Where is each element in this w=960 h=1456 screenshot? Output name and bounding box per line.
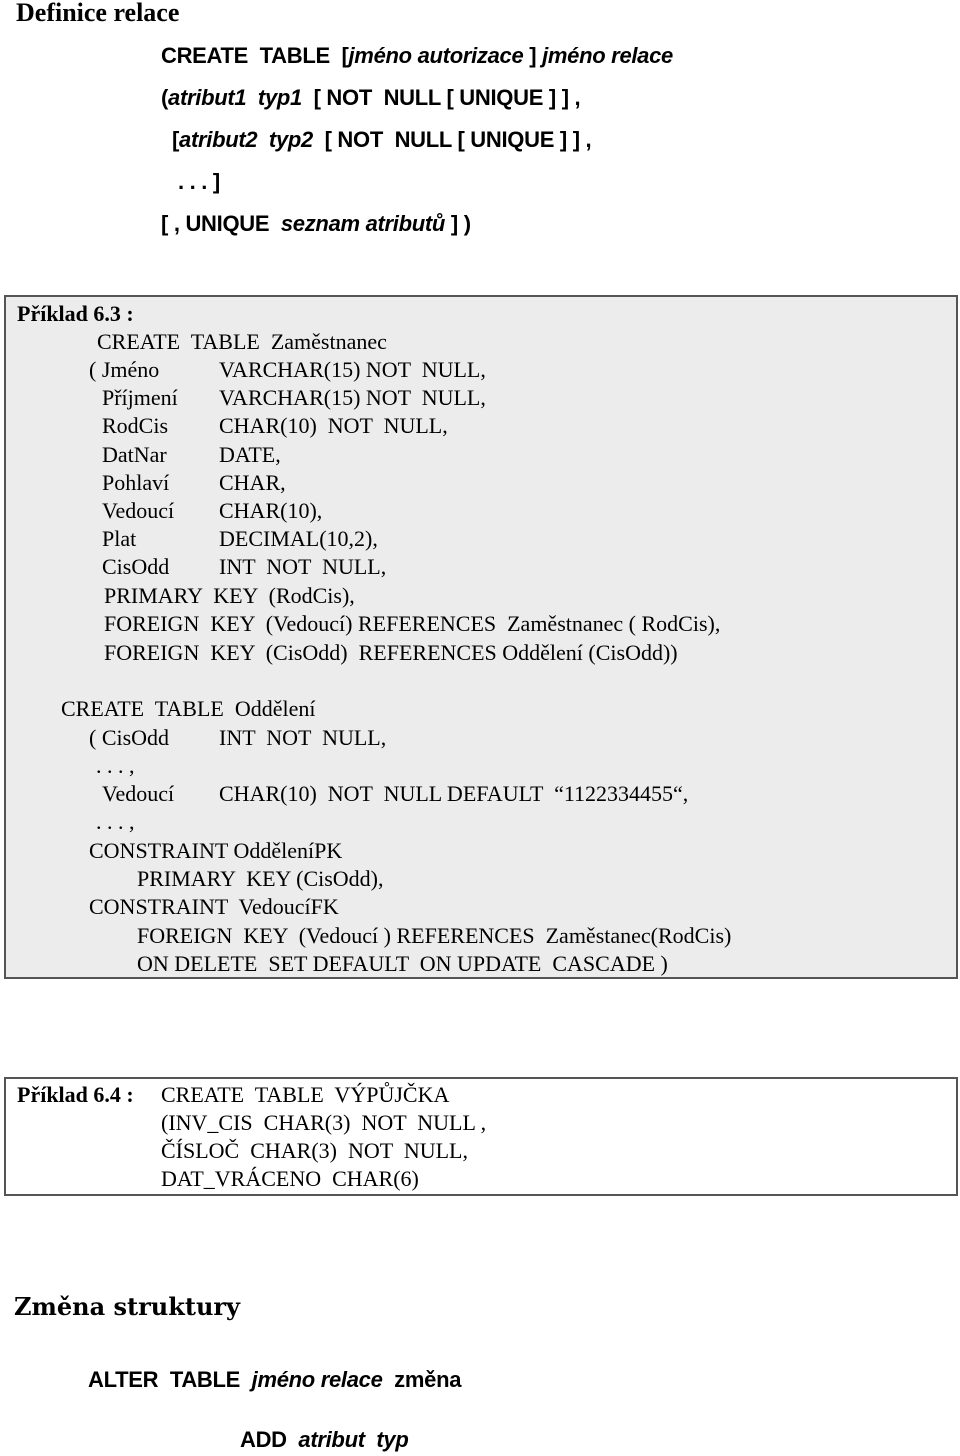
param: atribut2 typ2 <box>179 127 313 152</box>
code-line: (INV_CIS CHAR(3) NOT NULL , <box>161 1110 487 1135</box>
column-name: Pohlaví <box>102 469 170 495</box>
code-line: CONSTRAINT OdděleníPK <box>89 838 343 863</box>
column-type: CHAR(10), <box>219 498 323 523</box>
column-name: Vedoucí <box>102 498 175 523</box>
kw: ] ) <box>445 211 471 236</box>
column-type: VARCHAR(15) NOT NULL, <box>219 385 486 411</box>
kw: [ <box>172 127 180 152</box>
kw: [ , UNIQUE <box>161 211 281 236</box>
code-line: CHAR(10) NOT NULL DEFAULT “1122334455“, <box>219 781 689 806</box>
code-line: FOREIGN KEY (CisOdd) REFERENCES Oddělení… <box>104 640 678 665</box>
column-type: CHAR(10) NOT NULL, <box>219 413 448 439</box>
code-line: INT NOT NULL, <box>219 725 387 750</box>
code-line: PRIMARY KEY (RodCis), <box>104 583 355 608</box>
param: atribut1 typ1 <box>168 85 302 110</box>
param: jméno relace <box>542 43 673 68</box>
kw: změna <box>382 1367 462 1392</box>
code-line: CREATE TABLE Zaměstnanec <box>97 329 387 354</box>
kw: ADD <box>240 1427 299 1452</box>
column-type: CHAR, <box>219 469 286 495</box>
code-line: FOREIGN KEY (Vedoucí) REFERENCES Zaměstn… <box>104 611 721 636</box>
param: seznam atributů <box>280 211 446 236</box>
code-line: Vedoucí <box>102 781 175 806</box>
syntax-line-2: (atribut1 typ1 [ NOT NULL [ UNIQUE ] ] , <box>161 84 581 112</box>
code-line: PRIMARY KEY (CisOdd), <box>137 866 384 891</box>
code-line: FOREIGN KEY (Vedoucí ) REFERENCES Zaměst… <box>137 923 732 948</box>
syntax-line-3: [atribut2 typ2 [ NOT NULL [ UNIQUE ] ] , <box>172 126 592 154</box>
example-label: Příklad 6.3 : <box>17 301 134 326</box>
param: jméno autorizace <box>348 43 524 68</box>
example-6-3-box: Příklad 6.3 : CREATE TABLE Zaměstnanec (… <box>4 295 958 979</box>
param: jméno relace <box>251 1367 383 1392</box>
column-name: DatNar <box>102 441 167 467</box>
add-syntax: ADD atribut typ <box>240 1426 409 1454</box>
code-line: ( CisOdd <box>89 725 170 750</box>
column-name: CisOdd <box>102 554 170 580</box>
syntax-line-5: [ , UNIQUE seznam atributů ] ) <box>161 210 471 238</box>
code-line: DAT_VRÁCENO CHAR(6) <box>161 1166 419 1191</box>
kw: ( <box>161 85 169 110</box>
column-name: ( Jméno <box>89 357 160 382</box>
kw: [ NOT NULL [ UNIQUE ] ] , <box>301 85 581 110</box>
column-name: Plat <box>102 526 137 552</box>
code-line: ON DELETE SET DEFAULT ON UPDATE CASCADE … <box>137 951 668 976</box>
syntax-line-1: CREATE TABLE [jméno autorizace ] jméno r… <box>161 42 673 70</box>
syntax-line-4: . . . ] <box>178 169 220 194</box>
kw: ALTER TABLE <box>88 1367 252 1392</box>
column-name: Příjmení <box>102 385 178 411</box>
kw: CREATE TABLE [ <box>161 43 349 68</box>
column-name: RodCis <box>102 413 169 439</box>
code-line: CREATE TABLE Oddělení <box>61 696 316 721</box>
code-line: ČÍSLOČ CHAR(3) NOT NULL, <box>161 1138 468 1163</box>
kw: ] <box>523 43 543 68</box>
code-line: . . . , <box>96 753 135 778</box>
code-line: CREATE TABLE VÝPŮJČKA <box>161 1082 450 1107</box>
section-heading-zmena: Změna struktury <box>14 1292 240 1321</box>
param: atribut typ <box>298 1427 409 1452</box>
column-type: INT NOT NULL, <box>219 554 387 580</box>
example-6-4-box: Příklad 6.4 : CREATE TABLE VÝPŮJČKA (INV… <box>4 1077 958 1196</box>
kw: [ NOT NULL [ UNIQUE ] ] , <box>312 127 592 152</box>
example-label: Příklad 6.4 : <box>17 1082 134 1107</box>
section-heading-definice: Definice relace <box>16 0 180 27</box>
code-line: CONSTRAINT VedoucíFK <box>89 894 339 919</box>
column-type: DECIMAL(10,2), <box>219 526 378 552</box>
code-line: . . . , <box>96 809 135 834</box>
alter-table-syntax: ALTER TABLE jméno relace změna <box>88 1366 461 1394</box>
column-type: VARCHAR(15) NOT NULL, <box>219 357 486 382</box>
column-type: DATE, <box>219 441 281 467</box>
